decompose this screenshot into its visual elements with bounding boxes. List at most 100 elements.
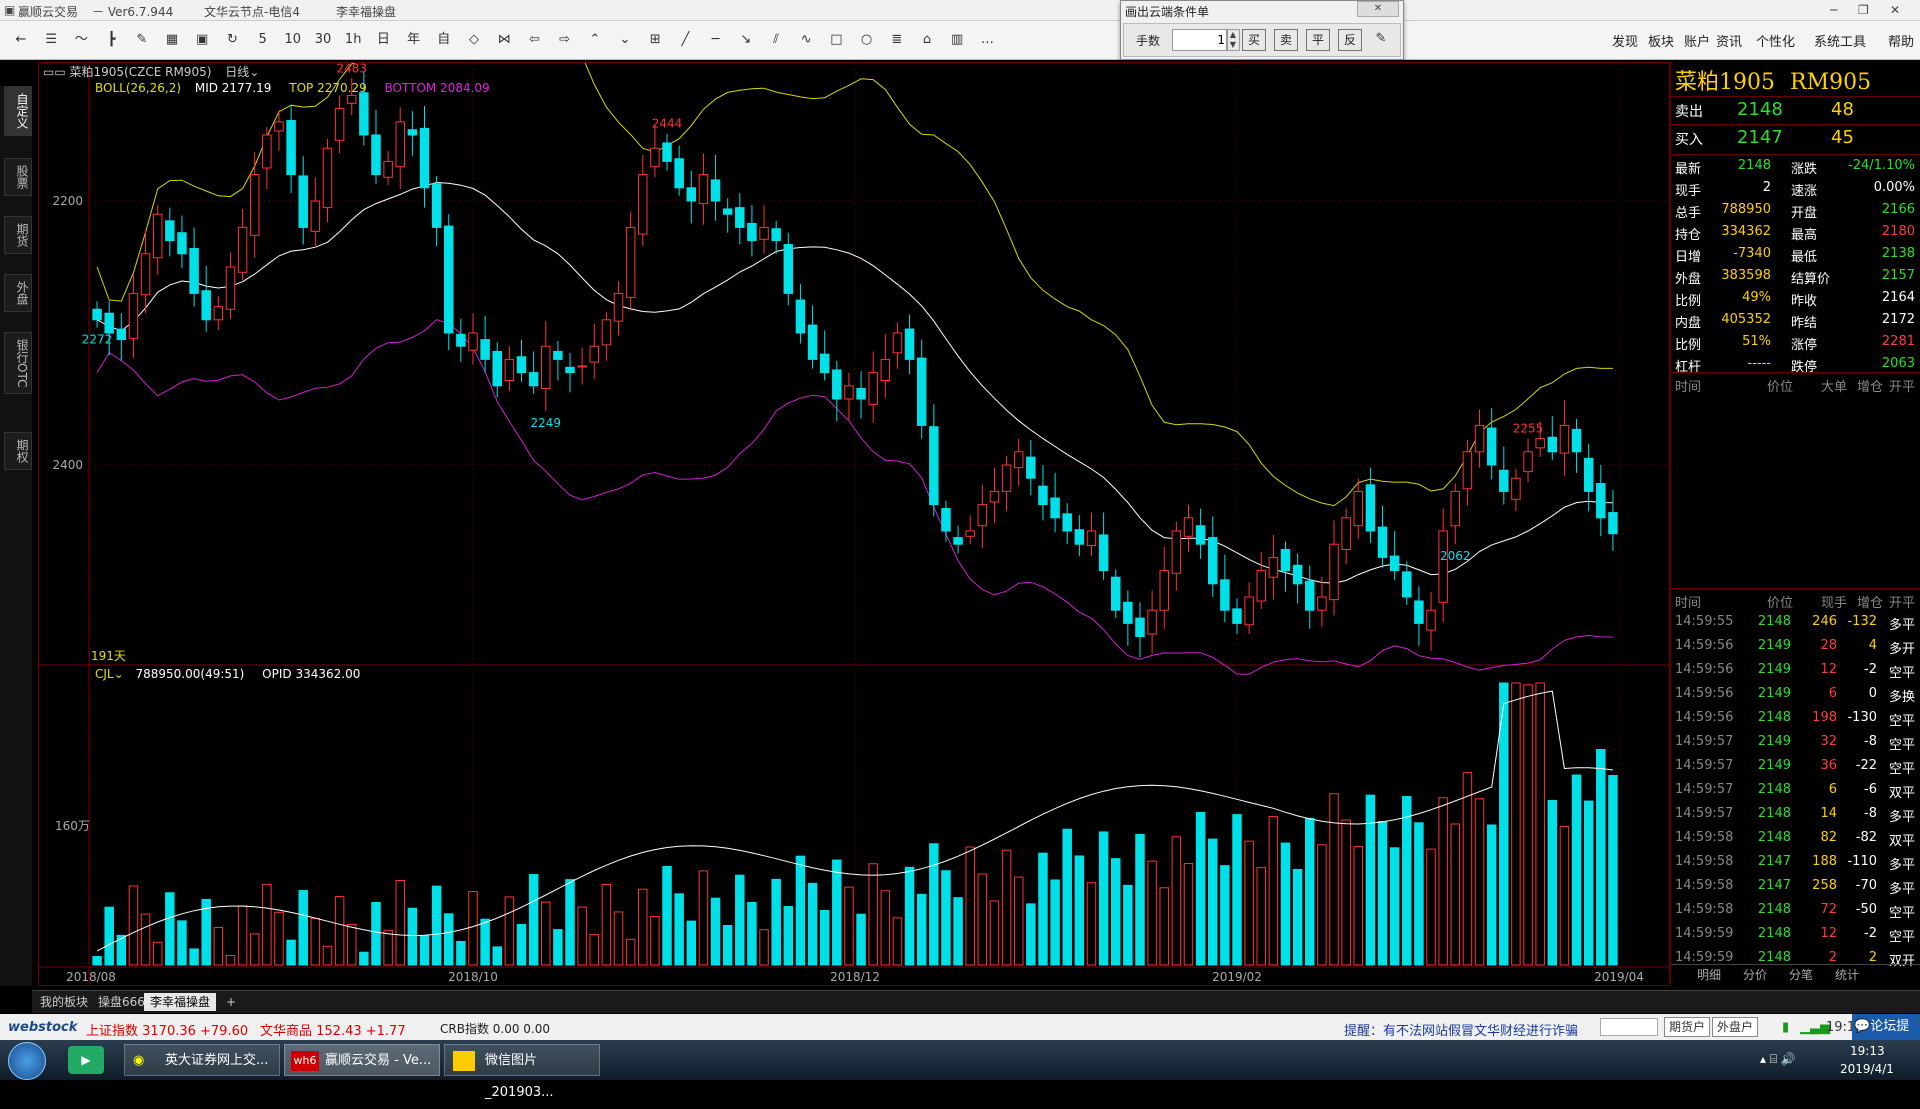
- period-自-button[interactable]: 自: [433, 29, 455, 51]
- bars-icon[interactable]: ▥: [946, 29, 968, 51]
- trade-row[interactable]: 14:59:55 2148 246 -132 多平: [1673, 610, 1919, 634]
- more-icon[interactable]: …: [976, 29, 998, 51]
- ask-row[interactable]: 卖出 2148 48: [1671, 96, 1920, 125]
- menu-2[interactable]: 账户: [1684, 31, 1710, 50]
- side-tab-4[interactable]: 银行OTC: [4, 332, 32, 395]
- bid-row[interactable]: 买入 2147 45: [1671, 124, 1920, 153]
- boll-label[interactable]: BOLL(26,26,2): [95, 81, 181, 95]
- futures-account-button[interactable]: 期货户: [1664, 1017, 1711, 1037]
- trade-row[interactable]: 14:59:56 2149 6 0 多换: [1673, 682, 1919, 706]
- clock-date[interactable]: 2019/4/1: [1840, 1062, 1894, 1076]
- save-icon[interactable]: ▣: [191, 29, 213, 51]
- list-icon[interactable]: ☰: [40, 29, 62, 51]
- h-line-icon[interactable]: ─: [705, 29, 727, 51]
- quote-footer-tab[interactable]: 分笔: [1789, 966, 1813, 983]
- kline-icon[interactable]: ┣: [101, 29, 123, 51]
- refresh-icon[interactable]: ↻: [221, 29, 243, 51]
- minimize-icon[interactable]: ─: [1830, 3, 1837, 17]
- foreign-account-button[interactable]: 外盘户: [1712, 1017, 1759, 1037]
- draw-icon[interactable]: ✎: [131, 29, 153, 51]
- eraser-icon[interactable]: ✎: [1370, 29, 1392, 49]
- trade-row[interactable]: 14:59:57 2149 36 -22 空平: [1673, 754, 1919, 778]
- flat-button[interactable]: 平: [1306, 29, 1330, 51]
- side-tab-1[interactable]: 股票: [4, 158, 32, 196]
- ray-icon[interactable]: ↘: [735, 29, 757, 51]
- trade-row[interactable]: 14:59:58 2147 258 -70 多平: [1673, 874, 1919, 898]
- kline-chart[interactable]: 2400 2200 2018/08 2018/10 2018/12 2019/02 2019…: [39, 8, 1669, 985]
- menu-0[interactable]: 发现: [1612, 31, 1638, 50]
- down-chevron-icon[interactable]: ⌄: [614, 29, 636, 51]
- qty-input[interactable]: [1172, 29, 1228, 51]
- cjl-label[interactable]: CJL: [95, 667, 114, 681]
- qty-spinner-icon[interactable]: ▲ ▼: [1226, 29, 1240, 51]
- trade-row[interactable]: 14:59:57 2148 14 -8 多平: [1673, 802, 1919, 826]
- channel-icon[interactable]: ⫽: [765, 29, 787, 51]
- up-chevron-icon[interactable]: ⌃: [584, 29, 606, 51]
- quote-footer-tab[interactable]: 明细: [1697, 966, 1721, 983]
- sh-index[interactable]: 上证指数 3170.36 +79.60: [86, 1020, 248, 1039]
- quote-footer-tab[interactable]: 统计: [1835, 966, 1859, 983]
- media-player-icon[interactable]: ▶: [68, 1046, 104, 1074]
- trade-row[interactable]: 14:59:57 2149 32 -8 空平: [1673, 730, 1919, 754]
- reverse-button[interactable]: 反: [1338, 29, 1362, 51]
- sell-button[interactable]: 卖: [1274, 29, 1298, 51]
- close-icon[interactable]: ✕: [1890, 3, 1900, 17]
- trade-row[interactable]: 14:59:59 2148 12 -2 空平: [1673, 922, 1919, 946]
- dialog-close-icon[interactable]: ✕: [1357, 1, 1399, 17]
- period-selector[interactable]: 日线: [225, 65, 249, 79]
- chevron-down-icon[interactable]: ⌄: [249, 65, 259, 79]
- trade-row[interactable]: 14:59:56 2149 28 4 多开: [1673, 634, 1919, 658]
- forum-question-button[interactable]: 💬论坛提问: [1852, 1014, 1920, 1060]
- period-日-button[interactable]: 日: [372, 29, 394, 51]
- calc-icon[interactable]: ▦: [161, 29, 183, 51]
- clock-time[interactable]: 19:13: [1850, 1044, 1885, 1058]
- workspace-tab[interactable]: 李幸福操盘: [144, 993, 217, 1011]
- line-chart-icon[interactable]: 〜: [70, 29, 92, 51]
- side-tab-5[interactable]: 期权: [4, 432, 32, 470]
- wave-icon[interactable]: ∿: [795, 29, 817, 51]
- diamond-icon[interactable]: ◇: [463, 29, 485, 51]
- side-tab-2[interactable]: 期货: [4, 216, 32, 254]
- house-icon[interactable]: ⌂: [916, 29, 938, 51]
- right-arrow-icon[interactable]: ⇨: [554, 29, 576, 51]
- back-icon[interactable]: ←: [10, 29, 32, 51]
- menu-4[interactable]: 个性化: [1756, 31, 1795, 50]
- buy-button[interactable]: 买: [1242, 29, 1266, 51]
- add-tab-button[interactable]: +: [220, 993, 242, 1011]
- menu-6[interactable]: 帮助: [1888, 31, 1914, 50]
- trade-row[interactable]: 14:59:58 2148 72 -50 空平: [1673, 898, 1919, 922]
- menu-3[interactable]: 资讯: [1716, 31, 1742, 50]
- chart-menu-icon[interactable]: ▭▭: [43, 65, 66, 79]
- tray-icons[interactable]: ▴ ⌸ 🔊: [1760, 1052, 1796, 1067]
- side-tab-0[interactable]: 自定义: [4, 86, 32, 136]
- bowtie-icon[interactable]: ⋈: [493, 29, 515, 51]
- menu-1[interactable]: 板块: [1648, 31, 1674, 50]
- crb-index[interactable]: CRB指数 0.00 0.00: [440, 1020, 550, 1037]
- fib-icon[interactable]: ≣: [886, 29, 908, 51]
- quote-footer-tab[interactable]: 分价: [1743, 966, 1767, 983]
- trade-row[interactable]: 14:59:57 2148 6 -6 双平: [1673, 778, 1919, 802]
- side-tab-3[interactable]: 外盘: [4, 274, 32, 312]
- period-30-button[interactable]: 30: [312, 29, 334, 51]
- maximize-icon[interactable]: ❐: [1858, 3, 1869, 17]
- menu-5[interactable]: 系统工具: [1814, 31, 1866, 50]
- ticker-input-box[interactable]: [1600, 1018, 1658, 1036]
- ellipse-icon[interactable]: ○: [856, 29, 878, 51]
- task-yingda-securities[interactable]: ◉ 英大证券网上交...: [124, 1044, 280, 1076]
- period-年-button[interactable]: 年: [403, 29, 425, 51]
- workspace-tab[interactable]: 我的板块: [34, 993, 94, 1011]
- workspace-tab[interactable]: 操盘666: [92, 993, 151, 1011]
- start-button-icon[interactable]: [8, 1042, 46, 1080]
- chart-panel[interactable]: 2400 2200 2018/08 2018/10 2018/12 2019/02 2019…: [38, 8, 1670, 986]
- trade-row[interactable]: 14:59:58 2148 82 -82 双平: [1673, 826, 1919, 850]
- task-wechat-image[interactable]: 微信图片_201903...: [444, 1044, 600, 1100]
- period-1h-button[interactable]: 1h: [342, 29, 364, 51]
- period-5-button[interactable]: 5: [252, 29, 274, 51]
- task-yingshun-trade[interactable]: wh6 赢顺云交易 - Ve...: [284, 1044, 440, 1076]
- trade-row[interactable]: 14:59:56 2148 198 -130 空平: [1673, 706, 1919, 730]
- period-10-button[interactable]: 10: [282, 29, 304, 51]
- wh-index[interactable]: 文华商品 152.43 +1.77: [260, 1020, 406, 1039]
- rect-icon[interactable]: □: [825, 29, 847, 51]
- grid-icon[interactable]: ⊞: [644, 29, 666, 51]
- fraud-warning[interactable]: 提醒：有不法网站假冒文华财经进行诈骗: [1344, 1020, 1578, 1039]
